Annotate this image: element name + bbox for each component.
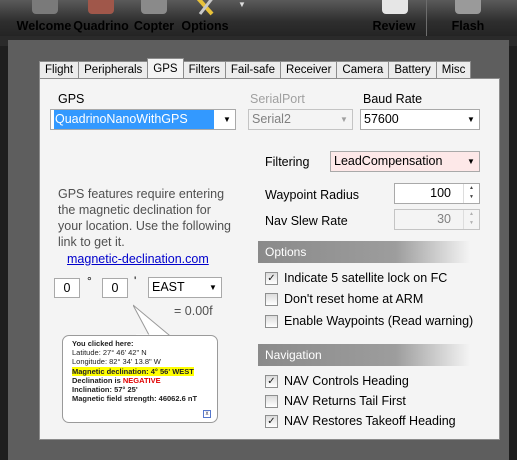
navigation-section-header: Navigation [258,344,470,366]
copter-button[interactable]: Copter [132,0,176,36]
review-icon [382,0,408,14]
checkbox-checked-icon[interactable]: ✓ [265,271,278,285]
spin-down-icon[interactable]: ▼ [464,219,479,228]
degree-symbol: ° [87,274,92,288]
spin-buttons[interactable]: ▲ ▼ [463,210,479,229]
chevron-down-icon: ▼ [467,157,475,166]
welcome-button[interactable]: Welcome [10,0,78,36]
tab-flight[interactable]: Flight [39,61,80,79]
waypoint-radius-label: Waypoint Radius [265,188,360,202]
toolbar-separator [426,0,427,36]
nav-controls-heading[interactable]: ✓ NAV Controls Heading [265,374,409,388]
tab-fail-safe[interactable]: Fail-safe [224,61,282,79]
spin-up-icon[interactable]: ▲ [464,184,479,193]
spin-down-icon[interactable]: ▼ [464,193,479,202]
options-button[interactable]: Options [181,0,229,36]
serial-port-label: SerialPort [250,92,305,106]
copter-icon [141,0,167,14]
flash-icon [455,0,481,14]
main-toolbar: Welcome Quadrino Copter Options ▼ Review… [0,0,517,36]
flash-button[interactable]: Flash [446,0,490,36]
declination-direction-select[interactable]: EAST ▼ [148,277,222,298]
tab-gps[interactable]: GPS [147,58,184,79]
spin-buttons[interactable]: ▲ ▼ [463,184,479,203]
checkbox-icon[interactable] [265,394,278,408]
baud-rate-label: Baud Rate [363,92,423,106]
checkbox-icon[interactable] [265,314,278,328]
tools-icon [196,0,214,16]
declination-info-text: GPS features require entering the magnet… [58,187,232,249]
chevron-down-icon: ▼ [209,283,217,292]
filtering-label: Filtering [265,155,310,169]
balloon-tail [133,304,171,337]
gps-select[interactable]: QuadrinoNanoWithGPS ▼ [50,109,236,130]
options-dropdown-icon[interactable]: ▼ [238,0,246,9]
review-button[interactable]: Review [372,0,416,36]
filtering-select[interactable]: LeadCompensation ▼ [330,151,480,172]
spin-up-icon[interactable]: ▲ [464,210,479,219]
quadrino-button[interactable]: Quadrino [73,0,129,36]
options-section-header: Options [258,241,470,263]
declination-result: = 0.00f [174,304,213,318]
chevron-down-icon: ▼ [340,115,348,124]
quadrino-board-icon [88,0,114,14]
checkbox-icon[interactable] [265,292,278,306]
tab-peripherals[interactable]: Peripherals [78,61,149,79]
close-icon[interactable]: x [203,410,211,418]
nav-slew-rate-label: Nav Slew Rate [265,214,348,228]
checkbox-checked-icon[interactable]: ✓ [265,374,278,388]
chevron-down-icon: ▼ [467,115,475,124]
tab-battery[interactable]: Battery [388,61,437,79]
tab-filters[interactable]: Filters [182,61,226,79]
option-satellite-lock[interactable]: ✓ Indicate 5 satellite lock on FC [265,271,447,285]
option-enable-waypoints[interactable]: Enable Waypoints (Read warning) [265,314,473,328]
option-dont-reset-home[interactable]: Don't reset home at ARM [265,292,423,306]
tab-receiver[interactable]: Receiver [280,61,338,79]
settings-tabs: Flight Peripherals GPS Filters Fail-safe… [39,58,472,79]
nav-returns-tail-first[interactable]: NAV Returns Tail First [265,394,406,408]
baud-rate-select[interactable]: 57600 ▼ [360,109,480,130]
welcome-icon [32,0,58,14]
checkbox-checked-icon[interactable]: ✓ [265,414,278,428]
gps-label: GPS [58,92,85,106]
waypoint-radius-stepper[interactable]: 100 ▲ ▼ [394,183,480,204]
declination-balloon: You clicked here: Latitude: 27° 46' 42" … [62,335,218,423]
magnetic-declination-link[interactable]: magnetic-declination.com [67,252,209,266]
tab-misc[interactable]: Misc [435,61,472,79]
chevron-down-icon: ▼ [223,115,231,124]
tab-camera[interactable]: Camera [336,61,390,79]
serial-port-select[interactable]: Serial2 ▼ [248,109,353,130]
declination-minutes-input[interactable]: 0 [102,278,128,298]
declination-degrees-input[interactable]: 0 [54,278,80,298]
minute-symbol: ' [134,274,137,288]
nav-slew-rate-stepper[interactable]: 30 ▲ ▼ [394,209,480,230]
nav-restores-takeoff-heading[interactable]: ✓ NAV Restores Takeoff Heading [265,414,456,428]
